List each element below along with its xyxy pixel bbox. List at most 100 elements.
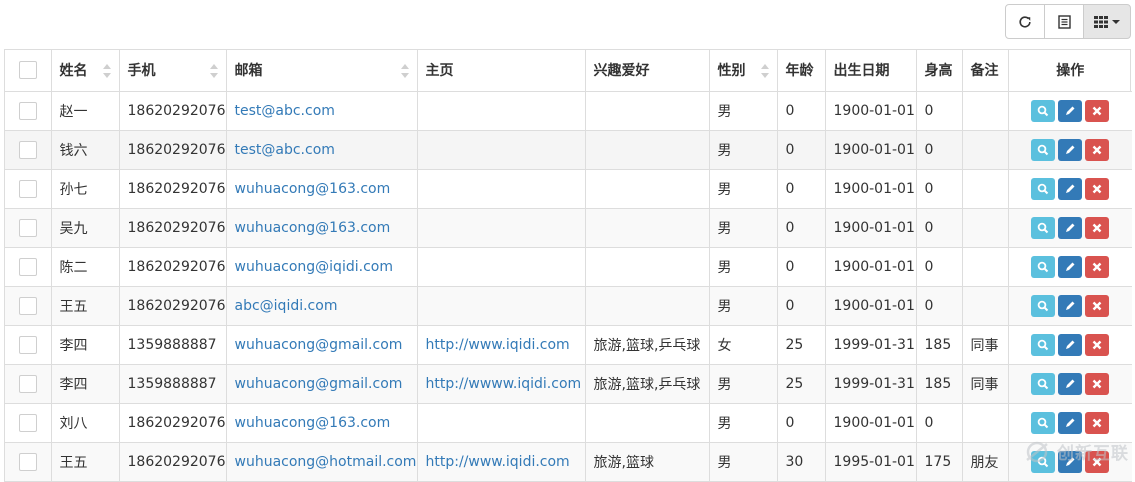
column-header-email[interactable]: 邮箱 <box>226 50 418 92</box>
edit-button[interactable] <box>1058 372 1083 395</box>
refresh-icon <box>1019 15 1031 28</box>
cell-name: 孙七 <box>51 169 120 209</box>
cell-age: 0 <box>777 169 826 209</box>
delete-button[interactable] <box>1085 255 1110 278</box>
list-view-icon <box>1057 14 1071 29</box>
row-checkbox[interactable] <box>18 140 37 159</box>
view-button[interactable] <box>1031 411 1056 434</box>
view-button[interactable] <box>1031 255 1056 278</box>
email-link[interactable]: wuhuacong@gmail.com <box>235 376 403 392</box>
edit-button[interactable] <box>1058 294 1083 317</box>
view-button[interactable] <box>1031 138 1056 161</box>
edit-button[interactable] <box>1058 177 1083 200</box>
select-all-header <box>5 50 52 92</box>
sort-icon <box>760 64 769 78</box>
edit-button[interactable] <box>1058 216 1083 239</box>
cell-hobby <box>585 247 710 287</box>
edit-button[interactable] <box>1058 255 1083 278</box>
table-row[interactable]: 刘八 18620292076 wuhuacong@163.com 男 0 1900-01-… <box>5 403 1132 443</box>
email-link[interactable]: wuhuacong@hotmail.com <box>235 454 417 470</box>
edit-button[interactable] <box>1058 411 1083 434</box>
row-checkbox[interactable] <box>18 257 37 276</box>
refresh-button[interactable] <box>1005 4 1045 39</box>
row-checkbox[interactable] <box>18 296 37 315</box>
delete-button[interactable] <box>1085 216 1110 239</box>
close-icon <box>1092 262 1102 271</box>
cell-age: 30 <box>777 442 826 482</box>
homepage-link[interactable]: http://wwww.iqidi.com <box>426 376 582 392</box>
pencil-icon <box>1066 418 1075 427</box>
edit-button[interactable] <box>1058 138 1083 161</box>
delete-button[interactable] <box>1085 411 1110 434</box>
view-button[interactable] <box>1031 216 1056 239</box>
delete-button[interactable] <box>1085 333 1110 356</box>
email-link[interactable]: wuhuacong@163.com <box>235 181 391 197</box>
row-checkbox[interactable] <box>18 452 37 471</box>
row-checkbox[interactable] <box>18 101 37 120</box>
delete-button[interactable] <box>1085 294 1110 317</box>
column-header-gender[interactable]: 性别 <box>709 50 778 92</box>
email-link[interactable]: wuhuacong@163.com <box>235 415 391 431</box>
table-row[interactable]: 李四 1359888887 wuhuacong@gmail.com http://ww… <box>5 325 1132 365</box>
row-checkbox[interactable] <box>18 374 37 393</box>
email-link[interactable]: wuhuacong@iqidi.com <box>235 259 393 275</box>
email-link[interactable]: test@abc.com <box>235 142 335 158</box>
cell-remark <box>962 247 1009 287</box>
cell-age: 0 <box>777 130 826 170</box>
view-button[interactable] <box>1031 177 1056 200</box>
cell-remark <box>962 169 1009 209</box>
cell-phone: 1359888887 <box>119 325 227 365</box>
column-header-gender-label: 性别 <box>717 63 746 80</box>
row-select-cell <box>5 364 52 404</box>
row-actions-cell <box>1008 364 1132 404</box>
row-checkbox[interactable] <box>18 179 37 198</box>
cell-height: 0 <box>916 169 963 209</box>
table-row[interactable]: 李四 1359888887 wuhuacong@gmail.com http://ww… <box>5 364 1132 404</box>
homepage-link[interactable]: http://www.iqidi.com <box>426 337 570 353</box>
column-header-name[interactable]: 姓名 <box>51 50 120 92</box>
table-row[interactable]: 吴九 18620292076 wuhuacong@163.com 男 0 1900-01-… <box>5 208 1132 248</box>
table-toolbar <box>1005 4 1131 39</box>
cell-birthday: 1900-01-01 <box>825 169 917 209</box>
row-checkbox[interactable] <box>18 335 37 354</box>
email-link[interactable]: wuhuacong@gmail.com <box>235 337 403 353</box>
view-button[interactable] <box>1031 99 1056 122</box>
table-row[interactable]: 王五 18620292076 wuhuacong@hotmail.com http:/… <box>5 442 1132 482</box>
search-icon <box>1037 300 1049 311</box>
toggle-view-button[interactable] <box>1044 4 1084 39</box>
email-link[interactable]: wuhuacong@163.com <box>235 220 391 236</box>
cell-height: 0 <box>916 286 963 326</box>
view-button[interactable] <box>1031 294 1056 317</box>
view-button[interactable] <box>1031 372 1056 395</box>
table-row[interactable]: 孙七 18620292076 wuhuacong@163.com 男 0 1900-01-… <box>5 169 1132 209</box>
table-row[interactable]: 王五 18620292076 abc@iqidi.com 男 0 1900-01-01 0 <box>5 286 1132 326</box>
column-header-hobby-label: 兴趣爱好 <box>593 63 650 80</box>
view-button[interactable] <box>1031 333 1056 356</box>
pencil-icon <box>1066 340 1075 349</box>
table-row[interactable]: 钱六 18620292076 test@abc.com 男 0 1900-01-01 0 <box>5 130 1132 170</box>
cell-remark <box>962 286 1009 326</box>
select-all-checkbox[interactable] <box>18 61 37 80</box>
edit-button[interactable] <box>1058 99 1083 122</box>
email-link[interactable]: abc@iqidi.com <box>235 298 338 314</box>
edit-button[interactable] <box>1058 333 1083 356</box>
table-row[interactable]: 赵一 18620292076 test@abc.com 男 0 1900-01-01 0 <box>5 91 1132 131</box>
delete-button[interactable] <box>1085 99 1110 122</box>
table-row[interactable]: 陈二 18620292076 wuhuacong@iqidi.com 男 0 1900-0… <box>5 247 1132 287</box>
homepage-link[interactable]: http://www.iqidi.com <box>426 454 570 470</box>
cell-height: 0 <box>916 130 963 170</box>
delete-button[interactable] <box>1085 372 1110 395</box>
cell-hobby <box>585 130 710 170</box>
delete-button[interactable] <box>1085 177 1110 200</box>
row-checkbox[interactable] <box>18 413 37 432</box>
row-checkbox[interactable] <box>18 218 37 237</box>
cell-homepage <box>417 286 586 326</box>
delete-button[interactable] <box>1085 138 1110 161</box>
search-icon <box>1037 183 1049 194</box>
columns-dropdown-button[interactable] <box>1083 4 1131 39</box>
row-actions-cell <box>1008 169 1132 209</box>
email-link[interactable]: test@abc.com <box>235 103 335 119</box>
column-header-phone[interactable]: 手机 <box>119 50 227 92</box>
cell-gender: 女 <box>709 325 778 365</box>
chevron-down-icon <box>1112 19 1120 24</box>
